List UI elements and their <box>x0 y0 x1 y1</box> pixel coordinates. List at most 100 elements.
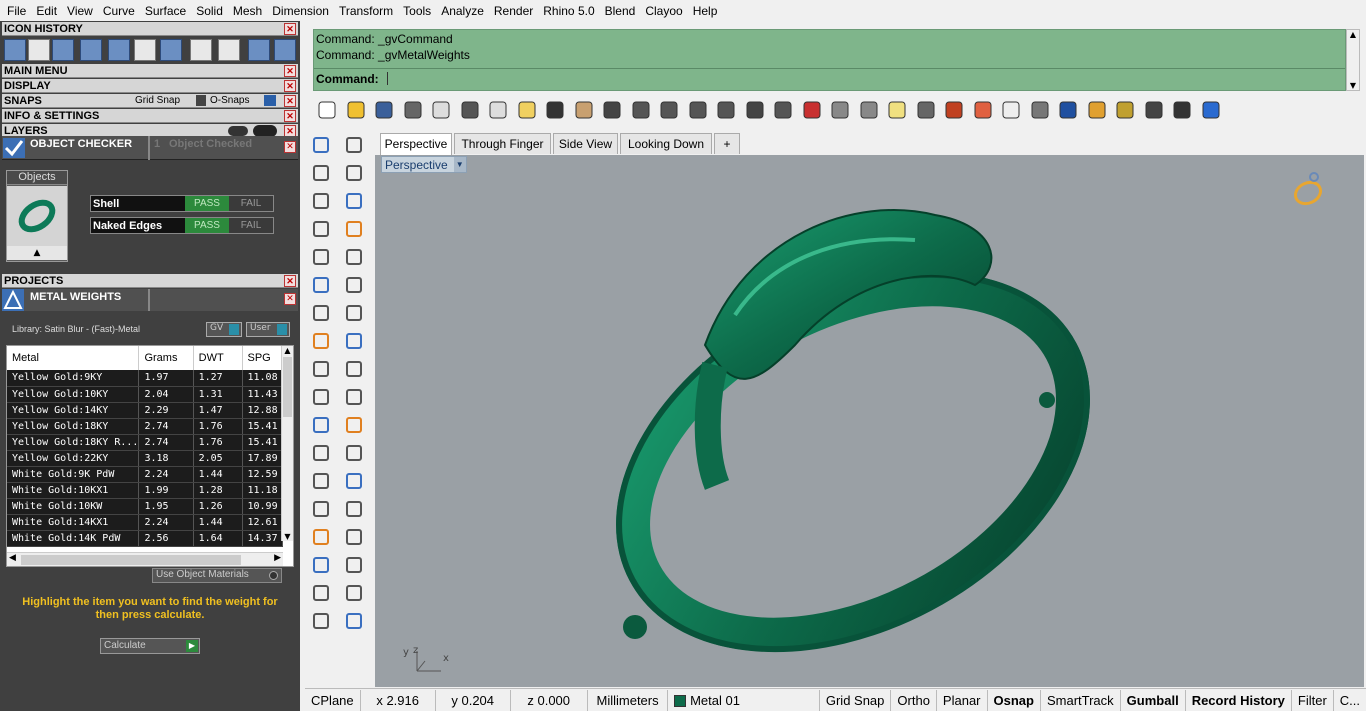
zoom-in-icon[interactable] <box>630 99 652 121</box>
layer-icon[interactable] <box>943 99 965 121</box>
gumball-icon[interactable] <box>310 386 332 408</box>
render-icon[interactable] <box>829 99 851 121</box>
settings-gear-icon[interactable] <box>1114 99 1136 121</box>
sphere-icon[interactable] <box>1000 99 1022 121</box>
table-row[interactable]: Yellow Gold:9KY 1.97 1.27 11.08 <box>7 370 283 387</box>
metal-weights-header[interactable]: METAL WEIGHTS ✕ <box>2 289 298 311</box>
ring-widget-icon[interactable] <box>1290 169 1330 209</box>
box-select-icon[interactable] <box>343 162 365 184</box>
lock-icon[interactable] <box>915 99 937 121</box>
explode-icon[interactable] <box>343 358 365 380</box>
dimension-icon[interactable] <box>343 526 365 548</box>
print-icon[interactable] <box>402 99 424 121</box>
vertical-scrollbar[interactable]: ▲ ▼ <box>281 346 293 541</box>
menu-rhino-5-0[interactable]: Rhino 5.0 <box>538 4 599 18</box>
tab-perspective[interactable]: Perspective <box>380 133 452 155</box>
menu-solid[interactable]: Solid <box>191 4 228 18</box>
globe-icon[interactable] <box>52 39 74 61</box>
menu-render[interactable]: Render <box>489 4 538 18</box>
column-header-metal[interactable]: Metal <box>7 346 140 370</box>
column-header-spg[interactable]: SPG <box>242 346 283 370</box>
rectangle-icon[interactable] <box>343 218 365 240</box>
curve-fillet-icon[interactable] <box>310 442 332 464</box>
perspective-viewport[interactable]: Perspective ▼ x y z <box>375 155 1364 687</box>
gv-toggle[interactable]: GV <box>206 322 242 337</box>
cut-icon[interactable] <box>459 99 481 121</box>
render-sphere-icon[interactable] <box>1057 99 1079 121</box>
add-tab-button[interactable]: + <box>714 133 740 154</box>
menu-blend[interactable]: Blend <box>600 4 641 18</box>
column-header-grams[interactable]: Grams <box>138 346 194 370</box>
o-snaps-toggle[interactable]: O-Snaps <box>210 94 249 108</box>
material-icon[interactable] <box>1029 99 1051 121</box>
array-icon[interactable] <box>343 414 365 436</box>
horizontal-scrollbar[interactable]: ◀ ▶ <box>7 552 283 566</box>
table-row[interactable]: White Gold:9K PdW 2.24 1.44 12.59 <box>7 466 283 483</box>
surface-edit-icon[interactable] <box>343 274 365 296</box>
viewport-icon[interactable] <box>4 39 26 61</box>
move-view-icon[interactable] <box>601 99 623 121</box>
use-object-materials-toggle[interactable]: Use Object Materials <box>152 568 282 583</box>
table-row[interactable]: White Gold:10KX1 1.99 1.28 11.18 <box>7 482 283 499</box>
command-scrollbar[interactable]: ▲ ▼ <box>1346 29 1360 91</box>
menu-transform[interactable]: Transform <box>334 4 398 18</box>
zoom-selected-icon[interactable] <box>715 99 737 121</box>
save-icon[interactable] <box>134 39 156 61</box>
close-icon[interactable]: ✕ <box>284 141 296 153</box>
open-folder-icon[interactable] <box>218 39 240 61</box>
save-icon[interactable] <box>373 99 395 121</box>
menu-curve[interactable]: Curve <box>98 4 140 18</box>
light-bulb-icon[interactable] <box>886 99 908 121</box>
group-icon[interactable] <box>310 414 332 436</box>
select-icon[interactable] <box>160 39 182 61</box>
polygon-curve-icon[interactable] <box>310 218 332 240</box>
layer-lock-icon[interactable] <box>228 126 248 136</box>
menu-analyze[interactable]: Analyze <box>436 4 489 18</box>
close-icon[interactable]: ✕ <box>284 95 296 107</box>
menu-clayoo[interactable]: Clayoo <box>640 4 687 18</box>
select-arrow-icon[interactable] <box>310 134 332 156</box>
table-row[interactable]: White Gold:14K PdW 2.56 1.64 14.37 <box>7 530 283 547</box>
settings-icon[interactable] <box>80 39 102 61</box>
tab-side-view[interactable]: Side View <box>553 133 618 154</box>
surface-patch-icon[interactable] <box>343 330 365 352</box>
dimension-icon[interactable] <box>1171 99 1193 121</box>
arc-icon[interactable] <box>343 246 365 268</box>
command-input[interactable] <box>387 72 1287 88</box>
table-row[interactable]: Yellow Gold:18KY 2.74 1.76 15.41 <box>7 418 283 435</box>
main-menu-header[interactable]: MAIN MENU ✕ <box>2 64 298 78</box>
revolve-icon[interactable] <box>310 582 332 604</box>
info-settings-header[interactable]: INFO & SETTINGS ✕ <box>2 109 298 123</box>
menu-file[interactable]: File <box>2 4 31 18</box>
osnap-toggle[interactable]: Osnap <box>988 689 1041 711</box>
text-icon[interactable] <box>310 470 332 492</box>
check-icon[interactable] <box>343 582 365 604</box>
calculate-button[interactable]: Calculate ▶ <box>100 638 200 654</box>
close-icon[interactable]: ✕ <box>284 80 296 92</box>
mirror-icon[interactable] <box>343 498 365 520</box>
ellipse-icon[interactable] <box>343 190 365 212</box>
table-row[interactable]: White Gold:14KX1 2.24 1.44 12.61 <box>7 514 283 531</box>
split-icon[interactable] <box>343 386 365 408</box>
table-row[interactable]: Yellow Gold:14KY 2.29 1.47 12.88 <box>7 402 283 419</box>
current-layer[interactable]: Metal 01 <box>668 689 820 711</box>
boolean-icon[interactable] <box>343 302 365 324</box>
user-toggle[interactable]: User <box>246 322 290 337</box>
table-row[interactable]: White Gold:10KW 1.95 1.26 10.99 <box>7 498 283 515</box>
polyline-icon[interactable] <box>310 162 332 184</box>
box-edit-icon[interactable] <box>1143 99 1165 121</box>
import-icon[interactable] <box>430 99 452 121</box>
cylinder-icon[interactable] <box>310 330 332 352</box>
tab-through-finger[interactable]: Through Finger <box>454 133 551 154</box>
object-checker-header[interactable]: OBJECT CHECKER 1 Object Checked ✕ <box>2 136 298 160</box>
ring-thumbnail-icon[interactable] <box>7 186 67 246</box>
status-overflow[interactable]: C... <box>1334 690 1366 711</box>
grid-snap-toggle[interactable]: Grid Snap <box>820 689 892 711</box>
menu-dimension[interactable]: Dimension <box>267 4 334 18</box>
help-icon[interactable] <box>1200 99 1222 121</box>
column-header-dwt[interactable]: DWT <box>193 346 243 370</box>
menu-edit[interactable]: Edit <box>31 4 62 18</box>
solid-box-icon[interactable] <box>310 302 332 324</box>
align-icon[interactable] <box>310 498 332 520</box>
new-file-icon[interactable] <box>316 99 338 121</box>
